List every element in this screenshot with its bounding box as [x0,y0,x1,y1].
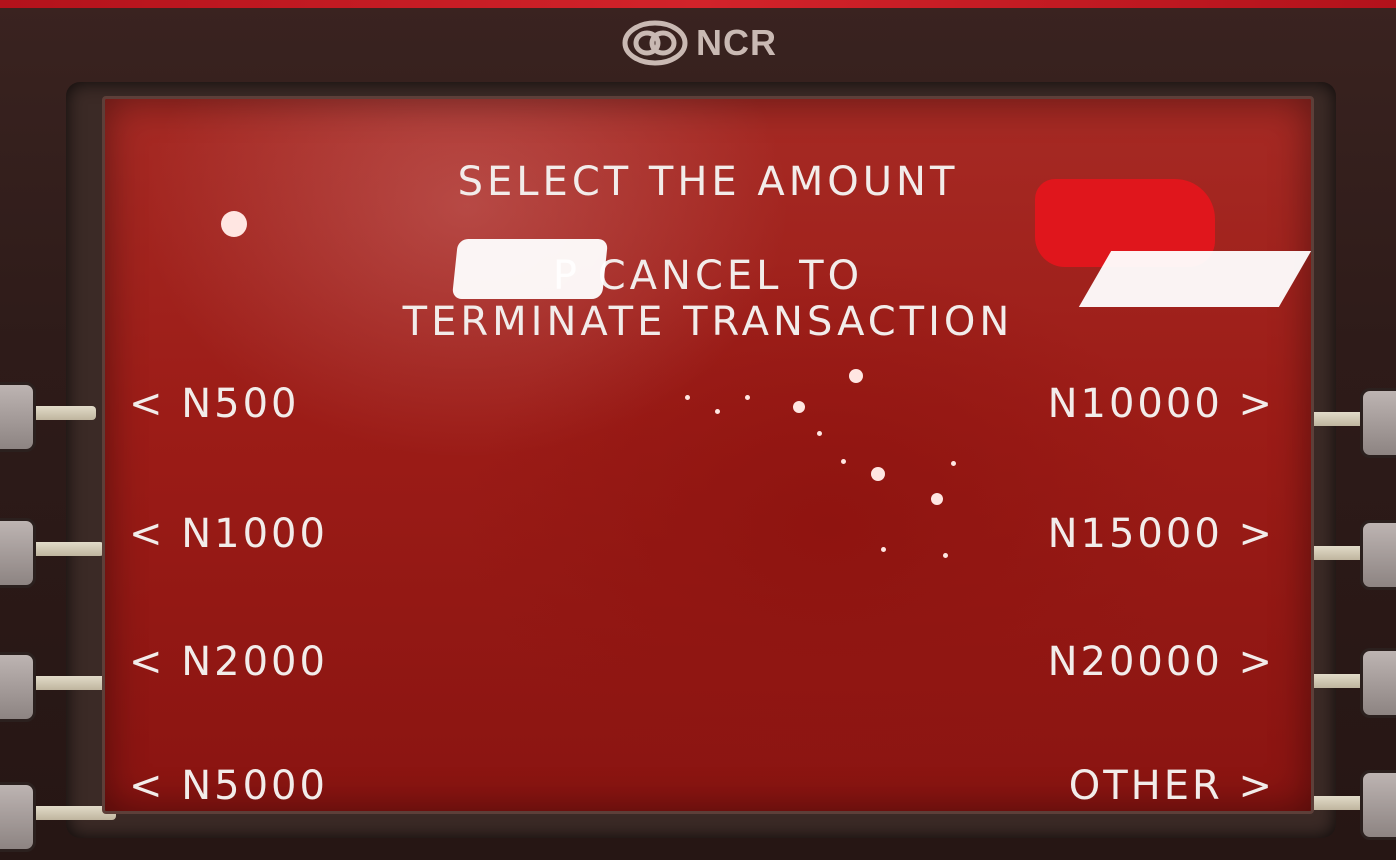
screen-glare [1078,251,1311,307]
reflection-dot [931,493,943,505]
right-side-button-3[interactable] [1360,648,1396,718]
right-side-button-4[interactable] [1360,770,1396,840]
left-side-button-2[interactable] [0,518,36,588]
option-n15000[interactable]: N15000 > [1048,511,1275,557]
left-side-button-3[interactable] [0,652,36,722]
reflection-dot [793,401,805,413]
option-n20000[interactable]: N20000 > [1048,639,1275,685]
right-side-button-1[interactable] [1360,388,1396,458]
option-n2000[interactable]: < N2000 [129,639,328,685]
reflection-dot [715,409,720,414]
ncr-logo-text: NCR [696,22,777,63]
option-n1000[interactable]: < N1000 [129,511,328,557]
reflection-dot [849,369,863,383]
reflection-dot [951,461,956,466]
reflection-dot [881,547,886,552]
ncr-logo: NCR [622,20,777,66]
reflection-dot [221,211,247,237]
screen-glare [451,239,609,299]
top-strip [0,0,1396,8]
reflection-dot [745,395,750,400]
option-n5000[interactable]: < N5000 [129,763,328,809]
reflection-dot [943,553,948,558]
reflection-dot [817,431,822,436]
reflection-dot [871,467,885,481]
left-side-button-4[interactable] [0,782,36,852]
reflection-dot [685,395,690,400]
option-other[interactable]: OTHER > [1069,763,1275,809]
right-side-button-2[interactable] [1360,520,1396,590]
atm-machine: NCR SELECT THE AMOUNT P CANCEL TO TERMIN… [0,0,1396,860]
option-n10000[interactable]: N10000 > [1048,381,1275,427]
atm-screen: SELECT THE AMOUNT P CANCEL TO TERMINATE … [102,96,1314,814]
left-side-button-1[interactable] [0,382,36,452]
ncr-logo-icon [622,20,688,66]
option-n500[interactable]: < N500 [129,381,300,427]
reflection-dot [841,459,846,464]
